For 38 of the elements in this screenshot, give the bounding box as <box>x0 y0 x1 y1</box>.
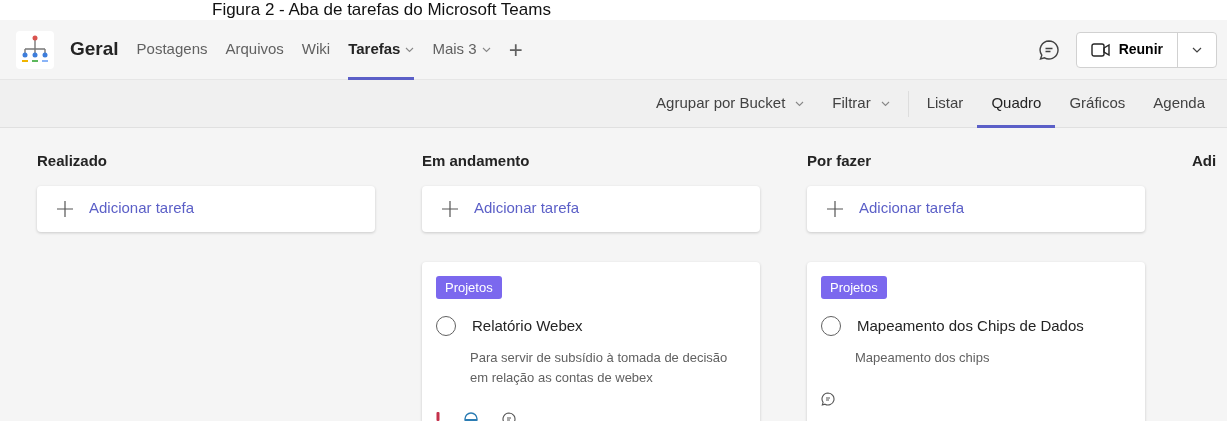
task-description: Para servir de subsídio à tomada de decisão em relação as contas de webex <box>469 348 729 387</box>
team-logo-icon <box>16 30 54 69</box>
view-tab[interactable]: Gráficos <box>1055 79 1140 128</box>
view-tab[interactable]: Quadro <box>977 79 1056 128</box>
view-tab[interactable]: Agenda <box>1139 79 1219 128</box>
tab[interactable]: Mais 3 <box>432 20 491 80</box>
plus-icon <box>57 200 73 217</box>
chat-icon[interactable] <box>1037 38 1060 61</box>
video-camera-icon <box>1090 42 1111 57</box>
group-by-dropdown[interactable]: Agrupar por Bucket <box>642 79 819 128</box>
plus-icon <box>442 200 458 217</box>
add-task-button[interactable]: Adicionar tarefa <box>37 185 375 232</box>
task-title: Relatório Webex <box>472 316 583 336</box>
add-task-button[interactable]: Adicionar tarefa <box>422 185 760 232</box>
bucket-title: Realizado <box>37 151 109 171</box>
figure-caption: Figura 2 - Aba de tarefas do Microsoft Teams <box>211 0 552 20</box>
bucket-title: Por fazer <box>807 151 873 171</box>
task-title: Mapeamento dos Chips de Dados <box>857 316 1084 336</box>
channel-title: Geral <box>70 37 119 62</box>
plus-icon <box>827 200 843 217</box>
task-label: Projetos <box>821 275 887 299</box>
bucket-title: Em andamento <box>422 151 531 171</box>
task-card[interactable]: Projetos Mapeamento dos Chips de Dados Mapeamento dos chips <box>807 261 1145 421</box>
chevron-down-icon <box>1192 47 1202 54</box>
tab[interactable]: Wiki <box>301 20 331 80</box>
chevron-down-icon <box>880 100 890 107</box>
task-description: Mapeamento dos chips <box>854 348 991 367</box>
meet-button[interactable]: Reunir <box>1076 32 1178 67</box>
task-label: Projetos <box>436 275 502 299</box>
bucket-title: Adi <box>1192 151 1218 171</box>
add-task-button[interactable]: Adicionar tarefa <box>807 185 1145 232</box>
add-tab-button[interactable]: + <box>508 20 523 80</box>
tab[interactable]: Arquivos <box>225 20 284 80</box>
task-card[interactable]: Projetos Relatório Webex Para servir de subsídio à tomada de decisão em relação as contas de webex <box>422 261 760 421</box>
view-tab[interactable]: Listar <box>912 79 978 128</box>
tab[interactable]: Postagens <box>136 20 208 80</box>
filter-dropdown[interactable]: Filtrar <box>818 79 904 128</box>
chevron-down-icon <box>795 100 805 107</box>
